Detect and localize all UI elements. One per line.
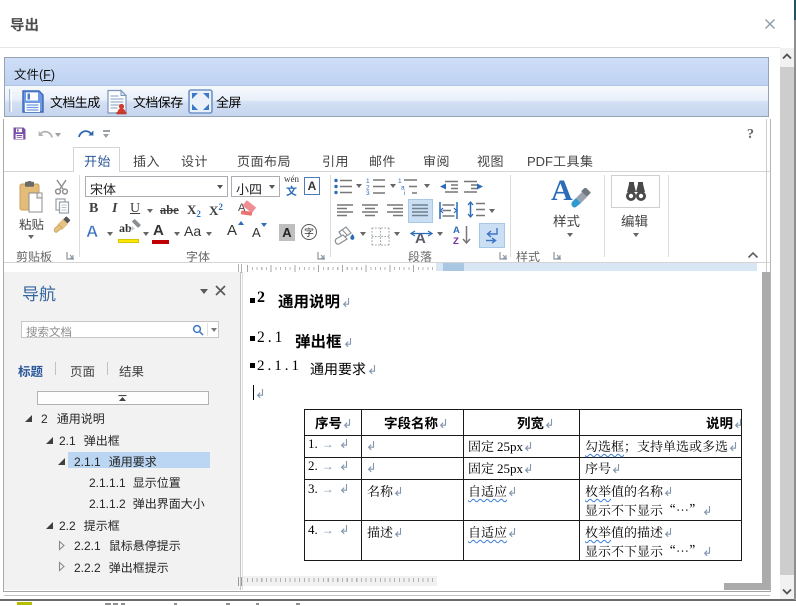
svg-text:A: A <box>415 230 426 246</box>
svg-text:Z: Z <box>453 236 459 246</box>
svg-text:i: i <box>404 190 405 195</box>
svg-text:A: A <box>453 225 460 236</box>
svg-text:3: 3 <box>366 190 370 195</box>
